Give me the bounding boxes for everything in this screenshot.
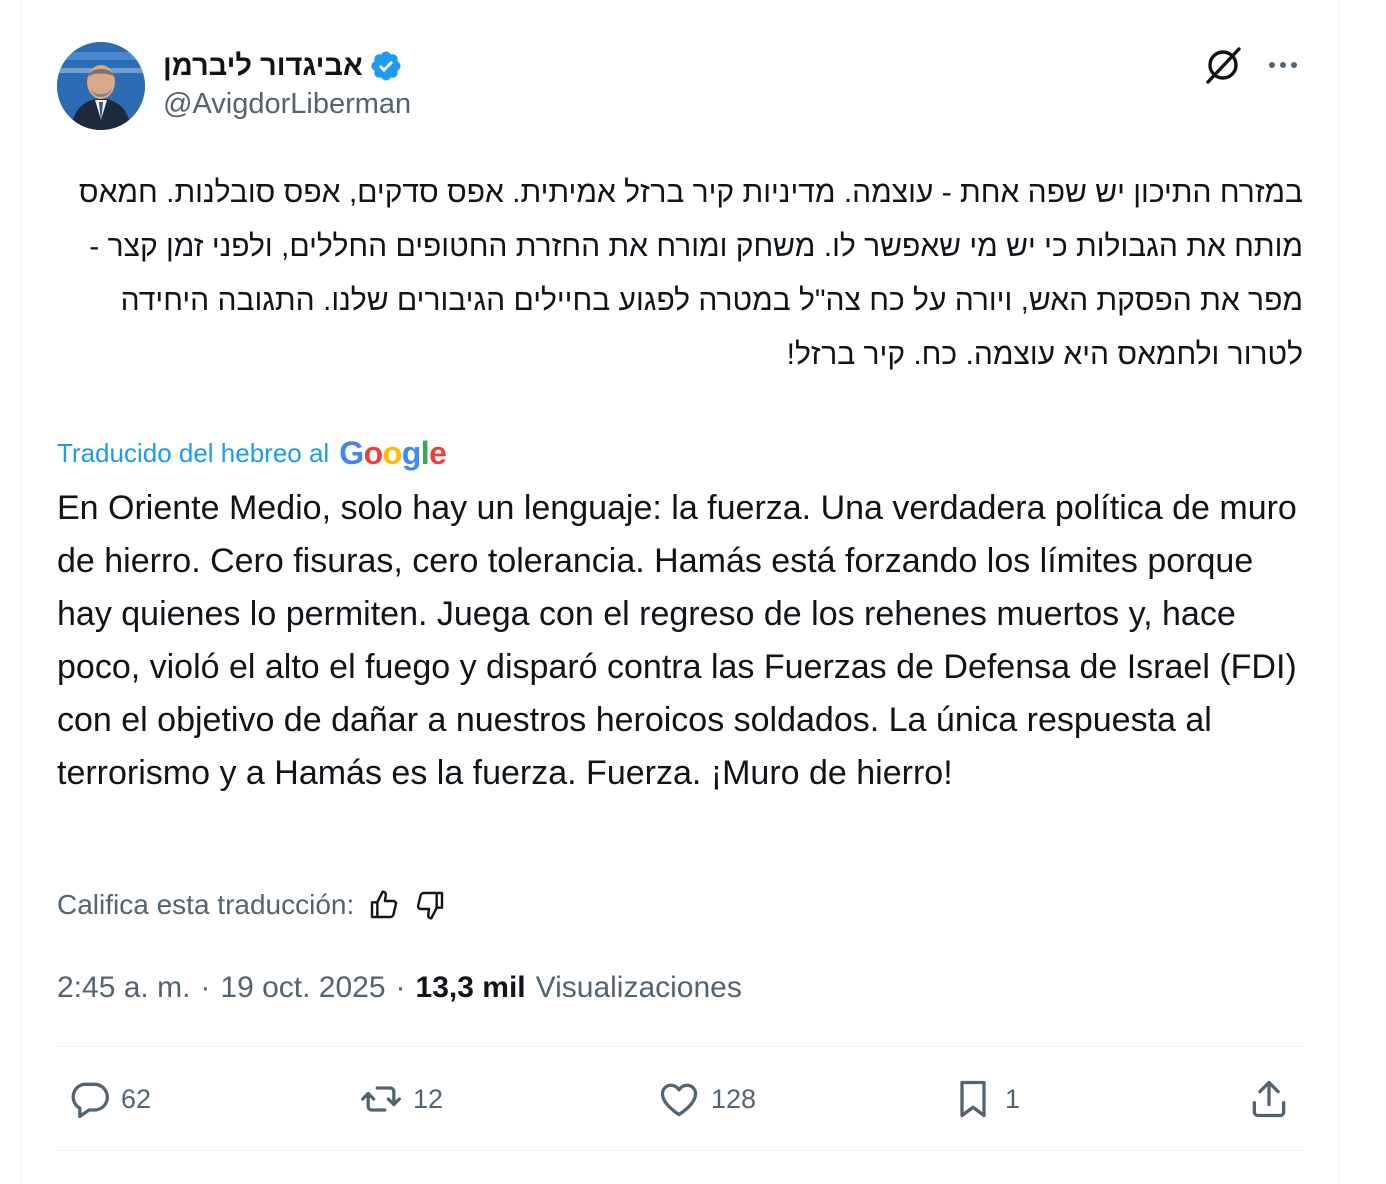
- verified-badge-icon[interactable]: [369, 49, 403, 83]
- tweet-date[interactable]: 19 oct. 2025: [220, 971, 385, 1005]
- reply-button[interactable]: 62: [67, 1076, 151, 1122]
- bookmark-button[interactable]: 1: [951, 1076, 1020, 1122]
- tweet-translated-text: En Oriente Medio, solo hay un lenguaje: …: [57, 489, 1297, 792]
- tweet-meta: 2:45 a. m. · 19 oct. 2025 · 13,3 mil Vis…: [57, 966, 742, 1010]
- google-logo: Google: [339, 434, 447, 471]
- share-button[interactable]: [1247, 1076, 1291, 1122]
- translation-attribution[interactable]: Traducido del hebreo al Google: [57, 432, 447, 474]
- repost-count: 12: [413, 1083, 444, 1114]
- like-button[interactable]: 128: [657, 1076, 756, 1122]
- reply-icon: [71, 1082, 109, 1119]
- author-handle[interactable]: @AvigdorLiberman: [163, 88, 411, 121]
- tweet-original-text: במזרח התיכון יש שפה אחת - עוצמה. מדיניות…: [78, 176, 1303, 371]
- grok-icon[interactable]: [1202, 44, 1244, 86]
- heart-icon: [660, 1083, 698, 1117]
- translation-label: Traducido del hebreo al: [57, 437, 330, 468]
- meta-separator: ·: [200, 971, 211, 1004]
- rate-translation-label: Califica esta traducción:: [57, 889, 355, 920]
- divider: [57, 1046, 1303, 1047]
- action-bar: 62 12 128 1: [57, 1064, 1303, 1134]
- author-display-name[interactable]: אביגדור ליברמן: [163, 50, 363, 83]
- share-icon: [1252, 1080, 1286, 1118]
- divider: [57, 1150, 1303, 1151]
- like-count: 128: [711, 1083, 757, 1114]
- tweet-time[interactable]: 2:45 a. m.: [57, 971, 190, 1005]
- rate-translation: Califica esta traducción:: [57, 884, 446, 926]
- thumbs-up-icon[interactable]: [368, 889, 400, 921]
- meta-separator: ·: [395, 971, 406, 1004]
- bookmark-count: 1: [1005, 1083, 1021, 1114]
- repost-icon: [361, 1086, 401, 1112]
- bookmark-icon: [960, 1080, 986, 1118]
- views-count: 13,3 mil: [415, 971, 526, 1004]
- avatar[interactable]: [57, 42, 145, 130]
- views-label: Visualizaciones: [535, 971, 742, 1004]
- reply-count: 62: [121, 1083, 152, 1114]
- more-options-icon[interactable]: [1262, 44, 1304, 86]
- author-name-row[interactable]: אביגדור ליברמן: [163, 46, 403, 86]
- repost-button[interactable]: 12: [359, 1076, 443, 1122]
- thumbs-down-icon[interactable]: [414, 889, 446, 921]
